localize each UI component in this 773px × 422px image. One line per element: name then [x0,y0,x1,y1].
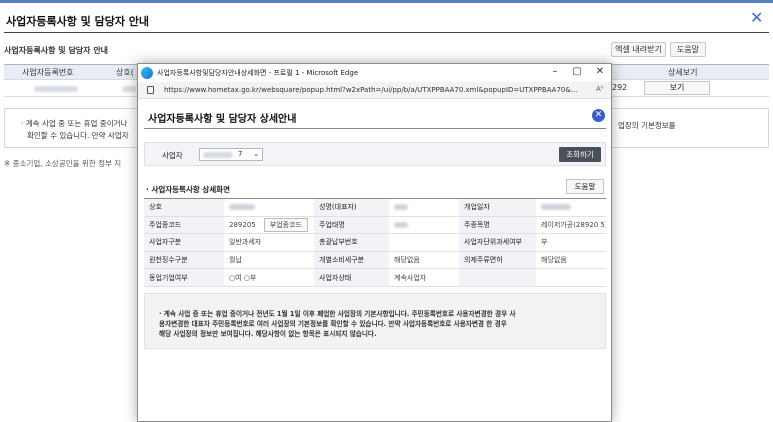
select-value: 7 [238,150,243,158]
page-title: 사업자등록사항 및 담당자 안내 [6,15,150,28]
url-text[interactable]: https://www.hometax.go.kr/websquare/popu… [164,86,584,94]
chevron-down-icon: ⌄ [253,150,259,158]
table-row: 주업종코드 289205 부업종코드 주업태명 주종목명 레이저가공(28920 5) [144,216,606,235]
field-value: 부 [536,233,606,252]
field-value-text: 해당없음 [541,256,567,265]
field-value-text: 부 [541,238,548,247]
section-title: 사업자등록사항 및 담당자 안내 [4,46,109,55]
address-bar[interactable]: https://www.hometax.go.kr/websquare/popu… [138,82,611,99]
notice-line: 용자변경한 대표자 주민등록번호로 여러 사업장의 기본정보를 확인할 수 있습… [159,320,507,328]
popup-close-icon[interactable]: ✕ [592,109,605,122]
redacted-value [394,221,408,228]
field-label: 총괄납부번호 [314,233,389,252]
detail-table: 상호 성명(대표자) 개업일자주업종코드 289205 부업종코드 주업태명 주종목명 레이저… [144,198,606,287]
table-row: 원천징수구분 월납 개별소비세구분 해당없음 의제주류면허 해당없음 [144,251,606,270]
field-value-text: 계속사업자 [394,273,427,282]
row-tail-value: 292 [612,83,628,92]
field-label: 원천징수구분 [144,251,224,270]
table-row: 상호 성명(대표자) 개업일자 [144,198,606,217]
close-icon[interactable]: ✕ [750,8,763,27]
field-label: 사업자단위과세여부 [459,233,536,252]
field-value [389,198,459,217]
notice-line: 해당 사업장의 정보만 보여집니다. 해당사항이 없는 항목은 표시되지 않습니… [159,330,377,338]
business-label: 사업자 [162,151,183,160]
field-value [536,198,606,217]
field-label: 주업태명 [314,216,389,235]
search-bar: 사업자 7 ⌄ 조회하기 [144,142,606,166]
field-value [389,233,459,252]
notice-line: · 계속 사업 중 또는 휴업 중이거나 [21,119,128,128]
detail-notice-box: · 계속 사업 중 또는 휴업 중이거나 전년도 1월 1일 이후 폐업한 사업… [144,293,606,349]
business-select[interactable]: 7 ⌄ [199,148,263,161]
field-label: 사업자구분 [144,233,224,252]
field-value [389,216,459,235]
popup-help-button[interactable]: 도움말 [566,179,604,194]
table-row: 동업기업여부 ○여 ○부 사업자상태 계속사업자 [144,268,606,287]
window-close-button[interactable]: ✕ [593,66,607,77]
field-value-text: 월납 [229,256,242,265]
redacted-value [229,204,255,211]
redacted-value [203,152,233,158]
window-title: 사업자등록사항및담당자안내상세화면 - 프로필 1 - Microsoft Ed… [157,69,359,77]
field-label: 상호 [144,198,224,217]
popup-window: 사업자등록사항및담당자안내상세화면 - 프로필 1 - Microsoft Ed… [137,63,612,422]
minimize-button[interactable]: – [548,66,562,77]
footnote: ※ 중소기업, 소상공인을 위한 정부 지 [4,159,122,168]
field-label [459,268,536,287]
field-value: 해당없음 [389,251,459,270]
field-value-text: 해당없음 [394,256,420,265]
col-detail-view: 상세보기 [668,68,698,77]
col-company-name: 상호( [116,68,134,77]
notice-line: · 계속 사업 중 또는 휴업 중이거나 전년도 1월 1일 이후 폐업한 사업… [159,310,516,318]
edge-browser-icon [141,67,153,79]
redacted-value [394,204,408,211]
help-button[interactable]: 도움말 [670,42,706,57]
view-button[interactable]: 보기 [644,81,710,95]
detail-section-title: · 사업자등록사항 상세화면 [146,185,230,194]
notice-line: 확인할 수 있습니다. 만약 사업자 [27,131,129,140]
field-label: 개업일자 [459,198,536,217]
field-label: 주업종코드 [144,216,224,235]
popup-title-divider [144,128,606,129]
window-titlebar: 사업자등록사항및담당자안내상세화면 - 프로필 1 - Microsoft Ed… [138,64,611,82]
field-value: 해당없음 [536,251,606,270]
field-label: 주종목명 [459,216,536,235]
title-divider [4,32,769,33]
field-value: 레이저가공(28920 5) [536,216,606,235]
field-value-text: ○여 ○부 [229,273,257,282]
field-label: 사업자상태 [314,268,389,287]
field-value-text: 일반과세자 [229,238,262,247]
sub-industry-code-button[interactable]: 부업종코드 [263,217,308,232]
field-value: 계속사업자 [389,268,459,287]
field-value-text: 289205 [229,220,256,229]
field-value: 월납 [224,251,314,270]
redacted-value [541,204,571,211]
maximize-button[interactable]: ▢ [570,66,584,77]
field-label: 동업기업여부 [144,268,224,287]
top-accent-line [0,0,773,3]
field-label: 개별소비세구분 [314,251,389,270]
field-value: 일반과세자 [224,233,314,252]
field-value: ○여 ○부 [224,268,314,287]
field-value [224,198,314,217]
redacted-value [34,86,78,92]
field-value-text: 레이저가공(28920 5) [541,220,606,229]
field-label: 성명(대표자) [314,198,389,217]
excel-download-button[interactable]: 엑셀 내려받기 [611,42,666,57]
notice-line-right: 업장의 기본정보를 [618,121,676,130]
col-biz-number: 사업자등록번호 [22,68,74,77]
field-value [536,268,606,287]
read-aloud-icon[interactable]: Aʰ [596,85,604,93]
field-value: 289205 부업종코드 [224,216,314,235]
redacted-value [122,86,136,92]
query-button[interactable]: 조회하기 [559,147,601,162]
field-label: 의제주류면허 [459,251,536,270]
popup-title: 사업자등록사항 및 담당자 상세안내 [148,114,297,125]
lock-icon [147,86,154,94]
table-row: 사업자구분 일반과세자 총괄납부번호 사업자단위과세여부 부 [144,233,606,252]
